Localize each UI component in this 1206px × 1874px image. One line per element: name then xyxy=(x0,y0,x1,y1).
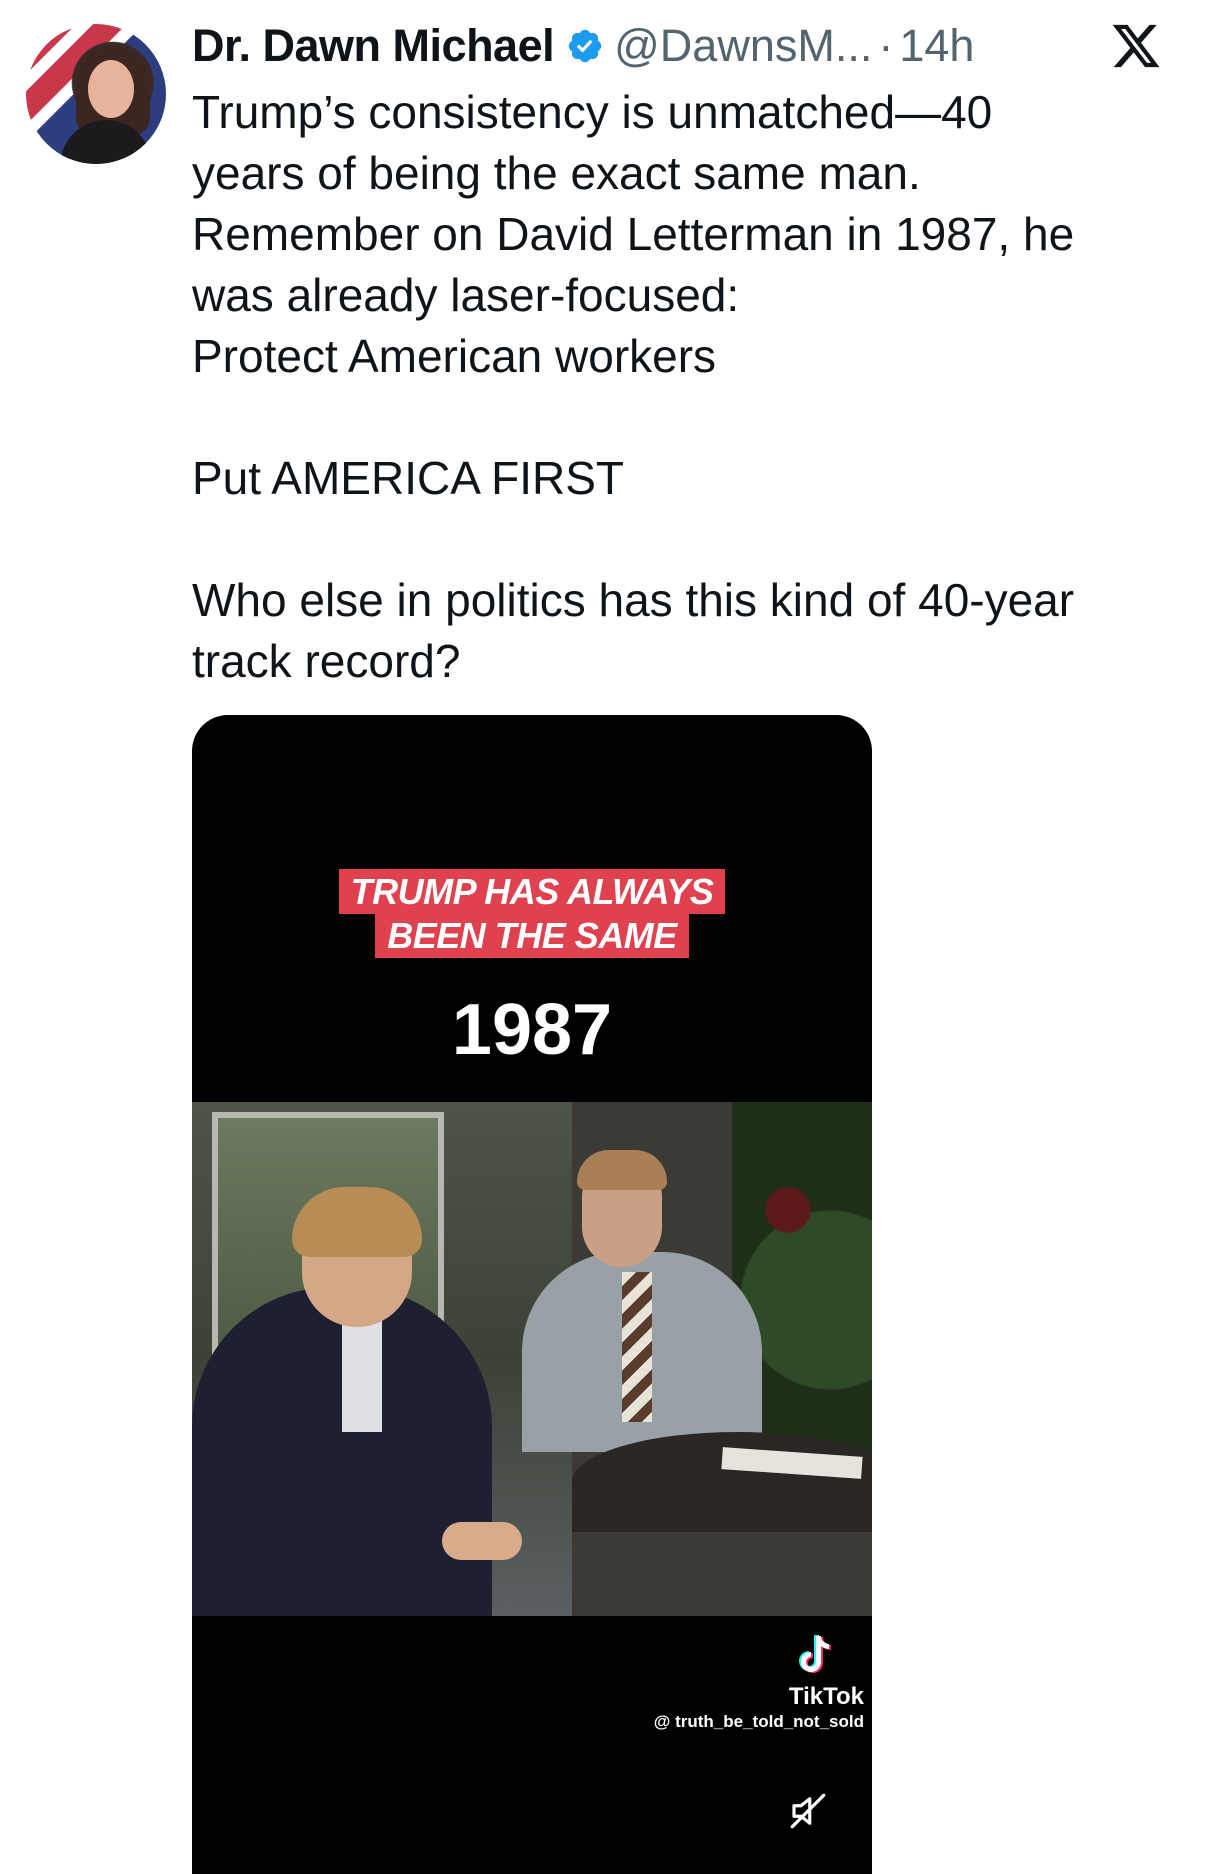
tiktok-watermark: TikTok @ truth_be_told_not_sold xyxy=(604,1630,864,1733)
author-avatar[interactable] xyxy=(26,24,166,164)
guest-hand xyxy=(442,1522,522,1560)
tiktok-username: @ truth_be_told_not_sold xyxy=(653,1712,864,1731)
video-caption-banner: TRUMP HAS ALWAYS BEEN THE SAME xyxy=(332,869,732,958)
post-header: Dr. Dawn Michael @DawnsM... · 14h xyxy=(192,18,974,74)
banner-line-2: BEEN THE SAME xyxy=(375,913,689,958)
host-hair xyxy=(577,1150,667,1190)
post-text: Trump’s consistency is unmatched—40 year… xyxy=(192,86,1075,687)
video-frame xyxy=(192,1102,872,1616)
tiktok-logo-icon xyxy=(799,1635,831,1673)
banner-line-1: TRUMP HAS ALWAYS xyxy=(338,869,726,914)
meta-separator: · xyxy=(878,20,894,71)
author-handle[interactable]: @DawnsM... xyxy=(614,20,872,72)
host-tie xyxy=(622,1272,652,1422)
muted-speaker-icon[interactable] xyxy=(787,1790,829,1832)
verified-badge-icon xyxy=(568,29,602,63)
avatar-face xyxy=(88,60,134,118)
video-year-label: 1987 xyxy=(451,990,613,1070)
video-player[interactable]: TRUMP HAS ALWAYS BEEN THE SAME 1987 TikT… xyxy=(192,715,872,1874)
author-display-name[interactable]: Dr. Dawn Michael xyxy=(192,20,555,72)
x-logo-icon[interactable] xyxy=(1110,20,1162,72)
tiktok-brand: TikTok xyxy=(788,1683,864,1710)
post-timestamp[interactable]: 14h xyxy=(899,20,974,72)
